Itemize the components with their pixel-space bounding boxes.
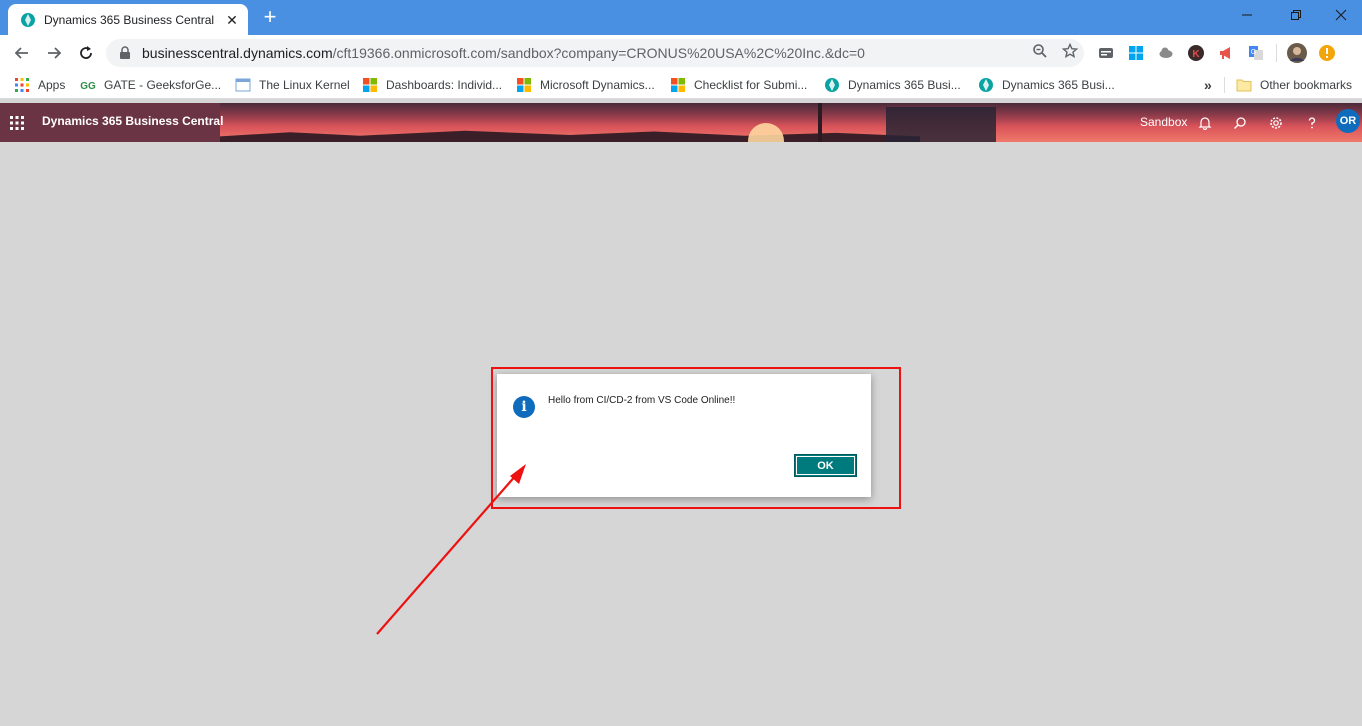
environment-label[interactable]: Sandbox [1140,115,1187,129]
new-tab-button[interactable]: + [258,6,282,30]
alert-icon [1319,45,1335,61]
bookmark-other[interactable]: Other bookmarks [1236,75,1352,95]
close-window-icon [1335,9,1347,21]
apps-grid-icon [15,78,29,92]
geeksforgeeks-icon: GG [80,81,96,92]
extensions-area: K G [1096,43,1337,63]
dynamics-icon [979,78,993,92]
folder-icon [1236,79,1252,92]
bell-icon [1198,117,1212,130]
extension-megaphone[interactable] [1216,43,1236,63]
bookmarks-overflow-button[interactable]: » [1204,75,1212,95]
reload-icon [80,46,92,59]
address-bar[interactable]: businesscentral.dynamics.com/cft19366.on… [106,39,1084,67]
extension-profile-k[interactable]: K [1186,43,1206,63]
help-icon [1308,117,1316,129]
url-path: /cft19366.onmicrosoft.com/sandbox?compan… [332,45,865,61]
svg-text:K: K [1192,49,1200,60]
gear-icon [1270,117,1282,129]
bookmark-label: Dashboards: Individ... [386,78,503,92]
help-button[interactable] [1303,114,1321,132]
cloud-icon [1159,47,1173,58]
bookmark-gate[interactable]: GG GATE - GeeksforGe... [80,75,221,95]
window-close-button[interactable] [1318,0,1362,30]
bookmark-linux-kernel[interactable]: The Linux Kernel [235,75,350,95]
extension-translate[interactable]: G [1246,43,1266,63]
browser-toolbar: businesscentral.dynamics.com/cft19366.on… [0,35,1362,71]
lock-icon [120,46,130,59]
extension-windows[interactable] [1126,43,1146,63]
url-host: businesscentral.dynamics.com [142,45,333,61]
arrow-left-icon [14,47,28,59]
header-pole [818,103,822,142]
app-header-bar: Dynamics 365 Business Central Sandbox [0,103,1362,142]
search-button[interactable] [1231,114,1249,132]
reload-button[interactable] [74,41,98,65]
search-icon [1234,117,1246,129]
dynamics-icon [825,78,839,92]
app-launcher-icon[interactable] [10,116,24,130]
window-minimize-button[interactable] [1224,0,1270,30]
dynamics-favicon-icon [21,12,35,27]
translate-icon: G [1249,46,1263,60]
microsoft-icon [363,78,377,92]
app-title[interactable]: Dynamics 365 Business Central [42,114,223,128]
bookmarks-bar: Apps GG GATE - GeeksforGe... The Linux K… [0,71,1362,99]
k-badge-icon: K [1188,45,1204,61]
tab-title: Dynamics 365 Business Central - [44,12,218,27]
url-text: businesscentral.dynamics.com/cft19366.on… [142,45,865,61]
bookmark-label: Apps [38,78,66,92]
user-photo-icon [1287,43,1307,63]
svg-text:G: G [1251,49,1256,56]
bookmark-label: The Linux Kernel [259,78,350,92]
kernel-icon [235,78,251,92]
microsoft-icon [517,78,531,92]
restore-icon [1291,10,1301,20]
bookmark-microsoft-dynamics[interactable]: Microsoft Dynamics... [516,75,655,95]
highlight-box [491,367,901,509]
omnibox-actions [1032,43,1078,59]
bookmark-label: Other bookmarks [1260,78,1353,92]
bookmark-star-icon[interactable] [1062,43,1078,59]
browser-tab-strip: Dynamics 365 Business Central - ✕ + [0,0,1362,35]
tab-close-icon[interactable]: ✕ [224,12,240,28]
extension-cloud[interactable] [1156,43,1176,63]
bookmark-dynamics-2[interactable]: Dynamics 365 Busi... [978,75,1115,95]
forward-button[interactable] [42,41,66,65]
bookmark-dynamics-1[interactable]: Dynamics 365 Busi... [824,75,961,95]
bookmarks-separator [1224,77,1225,93]
bookmark-dashboards[interactable]: Dashboards: Individ... [362,75,502,95]
megaphone-icon [1220,47,1230,59]
svg-text:GG: GG [80,81,96,92]
header-lifeguard-tower [886,107,996,142]
zoom-icon[interactable] [1032,43,1048,59]
header-sun [748,123,784,142]
extension-media[interactable] [1096,43,1116,63]
minimize-icon [1242,14,1252,16]
user-avatar[interactable]: OR [1336,109,1360,133]
browser-tab-active[interactable]: Dynamics 365 Business Central - ✕ [8,4,248,35]
bookmark-label: Checklist for Submi... [694,78,808,92]
bookmark-label: Dynamics 365 Busi... [1002,78,1115,92]
bookmark-checklist[interactable]: Checklist for Submi... [670,75,807,95]
bookmark-label: Microsoft Dynamics... [540,78,655,92]
profile-avatar[interactable] [1287,43,1307,63]
window-restore-button[interactable] [1273,0,1319,30]
bookmark-label: Dynamics 365 Busi... [848,78,961,92]
microsoft-icon [671,78,685,92]
settings-button[interactable] [1267,114,1285,132]
notifications-button[interactable] [1196,114,1214,132]
bookmark-apps[interactable]: Apps [14,75,65,95]
arrow-right-icon [48,47,62,59]
windows-logo-icon [1129,46,1143,60]
media-icon [1099,48,1113,58]
back-button[interactable] [10,41,34,65]
toolbar-separator [1276,44,1277,62]
update-alert-button[interactable] [1317,43,1337,63]
bookmark-label: GATE - GeeksforGe... [104,78,222,92]
header-landscape [220,130,920,142]
